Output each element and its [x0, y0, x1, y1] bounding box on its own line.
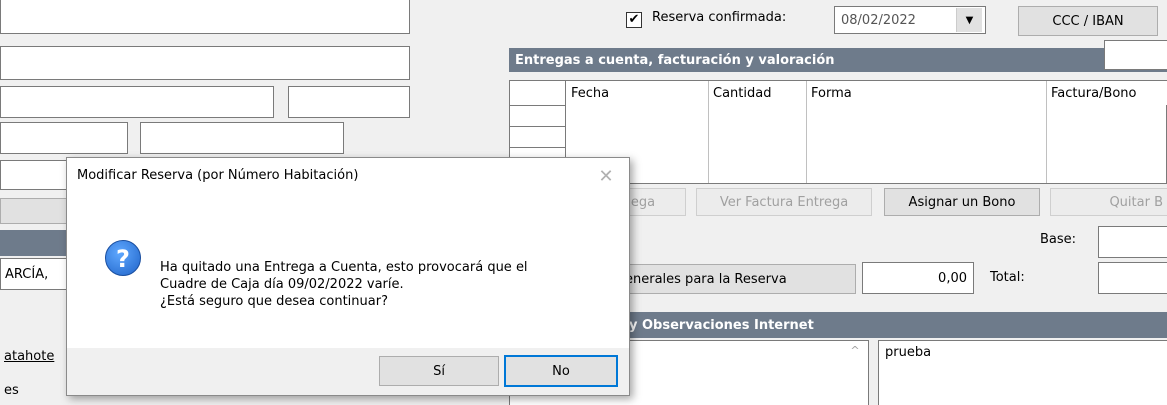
close-icon[interactable]: ✕	[593, 164, 619, 190]
yes-button[interactable]: Sí	[379, 356, 499, 386]
observaciones-right-textarea[interactable]: prueba	[878, 340, 1167, 405]
total-field[interactable]	[1098, 262, 1167, 294]
grid-col-factura[interactable]: Factura/Bono	[1047, 81, 1167, 105]
iban-button[interactable]: CCC / IBAN	[1018, 6, 1158, 36]
dialog-message-line1: Ha quitado una Entrega a Cuenta, esto pr…	[160, 260, 528, 275]
scroll-up-icon[interactable]: ^	[846, 344, 864, 362]
left-section-bar	[0, 230, 68, 256]
left-field-2[interactable]	[0, 46, 410, 80]
confirmed-label: Reserva confirmada:	[652, 10, 787, 25]
grid-col-cantidad[interactable]: Cantidad	[709, 81, 807, 105]
asignar-bono-button[interactable]: Asignar un Bono	[884, 188, 1040, 216]
left-field-3[interactable]	[0, 86, 274, 118]
dialog-title: Modificar Reserva (por Número Habitación…	[77, 168, 359, 183]
grid-col-fecha[interactable]: Fecha	[567, 81, 709, 105]
dialog-message-line2: Cuadre de Caja día 09/02/2022 varíe.	[160, 277, 404, 292]
question-icon: ?	[105, 240, 141, 276]
entregas-section-title: Entregas a cuenta, facturación y valorac…	[509, 48, 1167, 72]
left-link-fragment[interactable]: atahote	[0, 346, 68, 366]
chevron-down-icon[interactable]: ▼	[956, 8, 982, 32]
base-label: Base:	[1040, 232, 1077, 247]
name-fragment: ARCÍA,	[5, 266, 49, 282]
amount-field[interactable]: 0,00	[862, 262, 974, 294]
left-field-4[interactable]	[288, 86, 410, 118]
left-name-field[interactable]: ARCÍA,	[0, 258, 68, 290]
left-field-6[interactable]	[140, 122, 344, 154]
dialog-title-bar[interactable]: Modificar Reserva (por Número Habitación…	[67, 158, 629, 196]
left-field-7[interactable]	[0, 160, 68, 190]
generales-button[interactable]: enerales para la Reserva	[600, 264, 856, 294]
confirmed-checkbox[interactable]: ✔	[626, 12, 642, 28]
left-text-fragment: es	[4, 382, 19, 398]
ver-factura-entrega-button[interactable]: Ver Factura Entrega	[696, 188, 872, 216]
total-label: Total:	[990, 270, 1025, 285]
dialog-content: ? Ha quitado una Entrega a Cuenta, esto …	[67, 196, 629, 304]
confirmation-dialog: Modificar Reserva (por Número Habitación…	[66, 157, 630, 396]
grid-col-forma[interactable]: Forma	[807, 81, 1047, 105]
no-button[interactable]: No	[504, 355, 618, 387]
observaciones-text: prueba	[885, 345, 932, 360]
quitar-bono-button[interactable]: Quitar B	[1050, 188, 1167, 216]
dialog-question: ¿Está seguro que desea continuar?	[160, 294, 388, 309]
left-button-partial[interactable]	[0, 198, 68, 224]
base-field[interactable]	[1098, 226, 1167, 258]
dialog-footer: Sí No	[67, 348, 629, 395]
left-field-1[interactable]	[0, 0, 410, 34]
entregas-aux-field[interactable]	[1104, 40, 1167, 70]
left-field-5[interactable]	[0, 122, 128, 154]
